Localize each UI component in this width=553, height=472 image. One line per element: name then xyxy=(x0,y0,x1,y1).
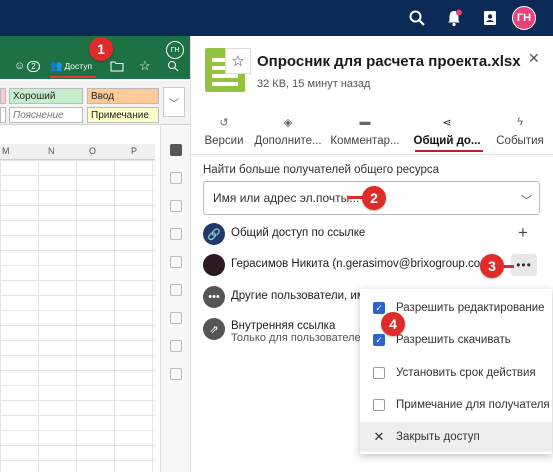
style-output[interactable] xyxy=(0,107,6,123)
comment-icon: ▬ xyxy=(359,116,371,128)
add-link-button[interactable]: + xyxy=(518,223,528,243)
step-marker: 4 xyxy=(381,312,405,336)
share-link-label: Общий доступ по ссылке xyxy=(231,227,366,239)
external-link-icon: ⇗ xyxy=(203,318,225,340)
history-icon: ↺ xyxy=(219,117,229,129)
access-label: Доступ xyxy=(64,61,93,71)
access-button[interactable]: 👥 Доступ xyxy=(50,59,92,73)
checkbox-icon[interactable] xyxy=(373,367,385,379)
active-tab-indicator xyxy=(415,150,483,152)
step-marker: 3 xyxy=(480,254,504,278)
spreadsheet-editor: ГН ☺ 2 👥 Доступ ☆ Хороший Ввод Пояснение П… xyxy=(0,36,190,472)
right-toolbar xyxy=(160,126,190,472)
internal-link-sub: Только для пользователей xyxy=(231,332,367,344)
column-header[interactable]: O xyxy=(89,146,96,156)
column-header[interactable]: P xyxy=(131,146,137,156)
picture-icon[interactable] xyxy=(170,228,182,240)
style-bad[interactable] xyxy=(0,88,6,104)
bell-icon[interactable] xyxy=(445,9,463,27)
chart-icon[interactable] xyxy=(170,256,182,268)
internal-link-label: Внутренняя ссылка xyxy=(231,320,336,332)
comments-badge[interactable]: ☺ 2 xyxy=(14,59,40,73)
contacts-icon[interactable] xyxy=(481,9,499,27)
column-headers: M N O P xyxy=(0,144,155,160)
access-tab-indicator xyxy=(50,76,96,78)
menu-item-label: Примечание для получателя xyxy=(396,399,550,411)
favorite-button[interactable]: ☆ xyxy=(225,48,251,74)
menu-item-label: Закрыть доступ xyxy=(396,431,480,443)
other-users-label: Другие пользователи, име xyxy=(231,290,372,302)
favorite-star-icon[interactable]: ☆ xyxy=(139,58,151,73)
cell-styles-gallery: Хороший Ввод Пояснение Примечание ﹀ xyxy=(0,81,190,125)
sheet-settings-icon[interactable] xyxy=(170,144,182,156)
file-title: Опросник для расчета проекта.xlsx xyxy=(257,53,521,70)
tab-comments[interactable]: ▬ Комментар... xyxy=(325,112,405,152)
layers-icon: ◈ xyxy=(283,117,293,129)
more-options-button[interactable]: ••• xyxy=(511,254,537,276)
column-header[interactable]: M xyxy=(2,146,10,156)
step-marker: 2 xyxy=(362,186,386,210)
step-marker: 1 xyxy=(89,37,113,61)
find-recipients-label: Найти больше получателей общего ресурса xyxy=(203,164,440,176)
users-icon: 👥 xyxy=(50,60,63,72)
image-settings-icon[interactable] xyxy=(170,200,182,212)
style-good[interactable]: Хороший xyxy=(9,88,83,104)
menu-item-label: Установить срок действия xyxy=(396,367,536,379)
star-icon: ☆ xyxy=(231,53,245,70)
user-avatar[interactable]: ГН xyxy=(512,6,536,30)
bolt-icon: ϟ xyxy=(517,116,523,128)
tab-sharing[interactable]: ⋖ Общий до... xyxy=(409,112,485,152)
pivot-icon[interactable] xyxy=(170,340,182,352)
menu-item-label: Разрешить скачивать xyxy=(396,334,511,346)
link-icon: 🔗 xyxy=(203,223,225,245)
menu-item-set-expiration[interactable]: Установить срок действия xyxy=(360,358,552,388)
checkbox-checked-icon[interactable]: ✓ xyxy=(373,334,385,346)
close-icon: ✕ xyxy=(373,429,385,444)
excel-search-icon[interactable] xyxy=(167,59,179,73)
chevron-down-icon[interactable]: ﹀ xyxy=(521,192,532,208)
style-note[interactable]: Примечание xyxy=(87,107,159,123)
menu-item-note[interactable]: Примечание для получателя xyxy=(360,390,552,420)
close-panel-icon[interactable]: ✕ xyxy=(528,50,540,67)
share-link-row[interactable]: 🔗 Общий доступ по ссылке xyxy=(203,223,543,247)
paragraph-icon[interactable] xyxy=(170,284,182,296)
search-icon[interactable] xyxy=(408,9,426,27)
cell-grid[interactable] xyxy=(0,160,155,472)
menu-item-unshare[interactable]: ✕ Закрыть доступ xyxy=(360,422,552,452)
more-users-icon: ••• xyxy=(203,286,225,308)
styles-more-button[interactable]: ﹀ xyxy=(163,87,185,117)
folder-icon[interactable] xyxy=(110,59,124,73)
text-art-icon[interactable] xyxy=(170,312,182,324)
checkbox-icon[interactable] xyxy=(373,399,385,411)
chevron-down-icon: ﹀ xyxy=(169,98,179,110)
table-icon[interactable] xyxy=(170,172,182,184)
share-icon: ⋖ xyxy=(442,117,452,129)
signature-icon[interactable] xyxy=(170,368,182,380)
style-explanatory[interactable]: Пояснение xyxy=(9,107,83,123)
user-avatar-icon xyxy=(203,254,225,276)
checkbox-checked-icon[interactable]: ✓ xyxy=(373,302,385,314)
column-header[interactable]: N xyxy=(48,146,55,156)
tab-activity[interactable]: ϟ События xyxy=(491,112,549,152)
tabs-divider xyxy=(191,154,553,155)
style-input[interactable]: Ввод xyxy=(87,88,159,104)
excel-user-avatar[interactable]: ГН xyxy=(166,41,184,59)
comments-count: 2 xyxy=(27,60,40,72)
more-dots-icon: ••• xyxy=(516,258,532,272)
tab-extra[interactable]: ◈ Дополните... xyxy=(253,112,323,152)
panel-tabs: ↺ Версии ◈ Дополните... ▬ Комментар... ⋖ Общ… xyxy=(191,112,553,152)
top-bar: ГН xyxy=(0,0,553,36)
shared-user-label: Герасимов Никита (n.gerasimov@brixogroup… xyxy=(231,258,494,270)
file-meta: 32 КВ, 15 минут назад xyxy=(257,78,371,90)
menu-item-label: Разрешить редактирование xyxy=(396,302,545,314)
tab-versions[interactable]: ↺ Версии xyxy=(199,112,249,152)
